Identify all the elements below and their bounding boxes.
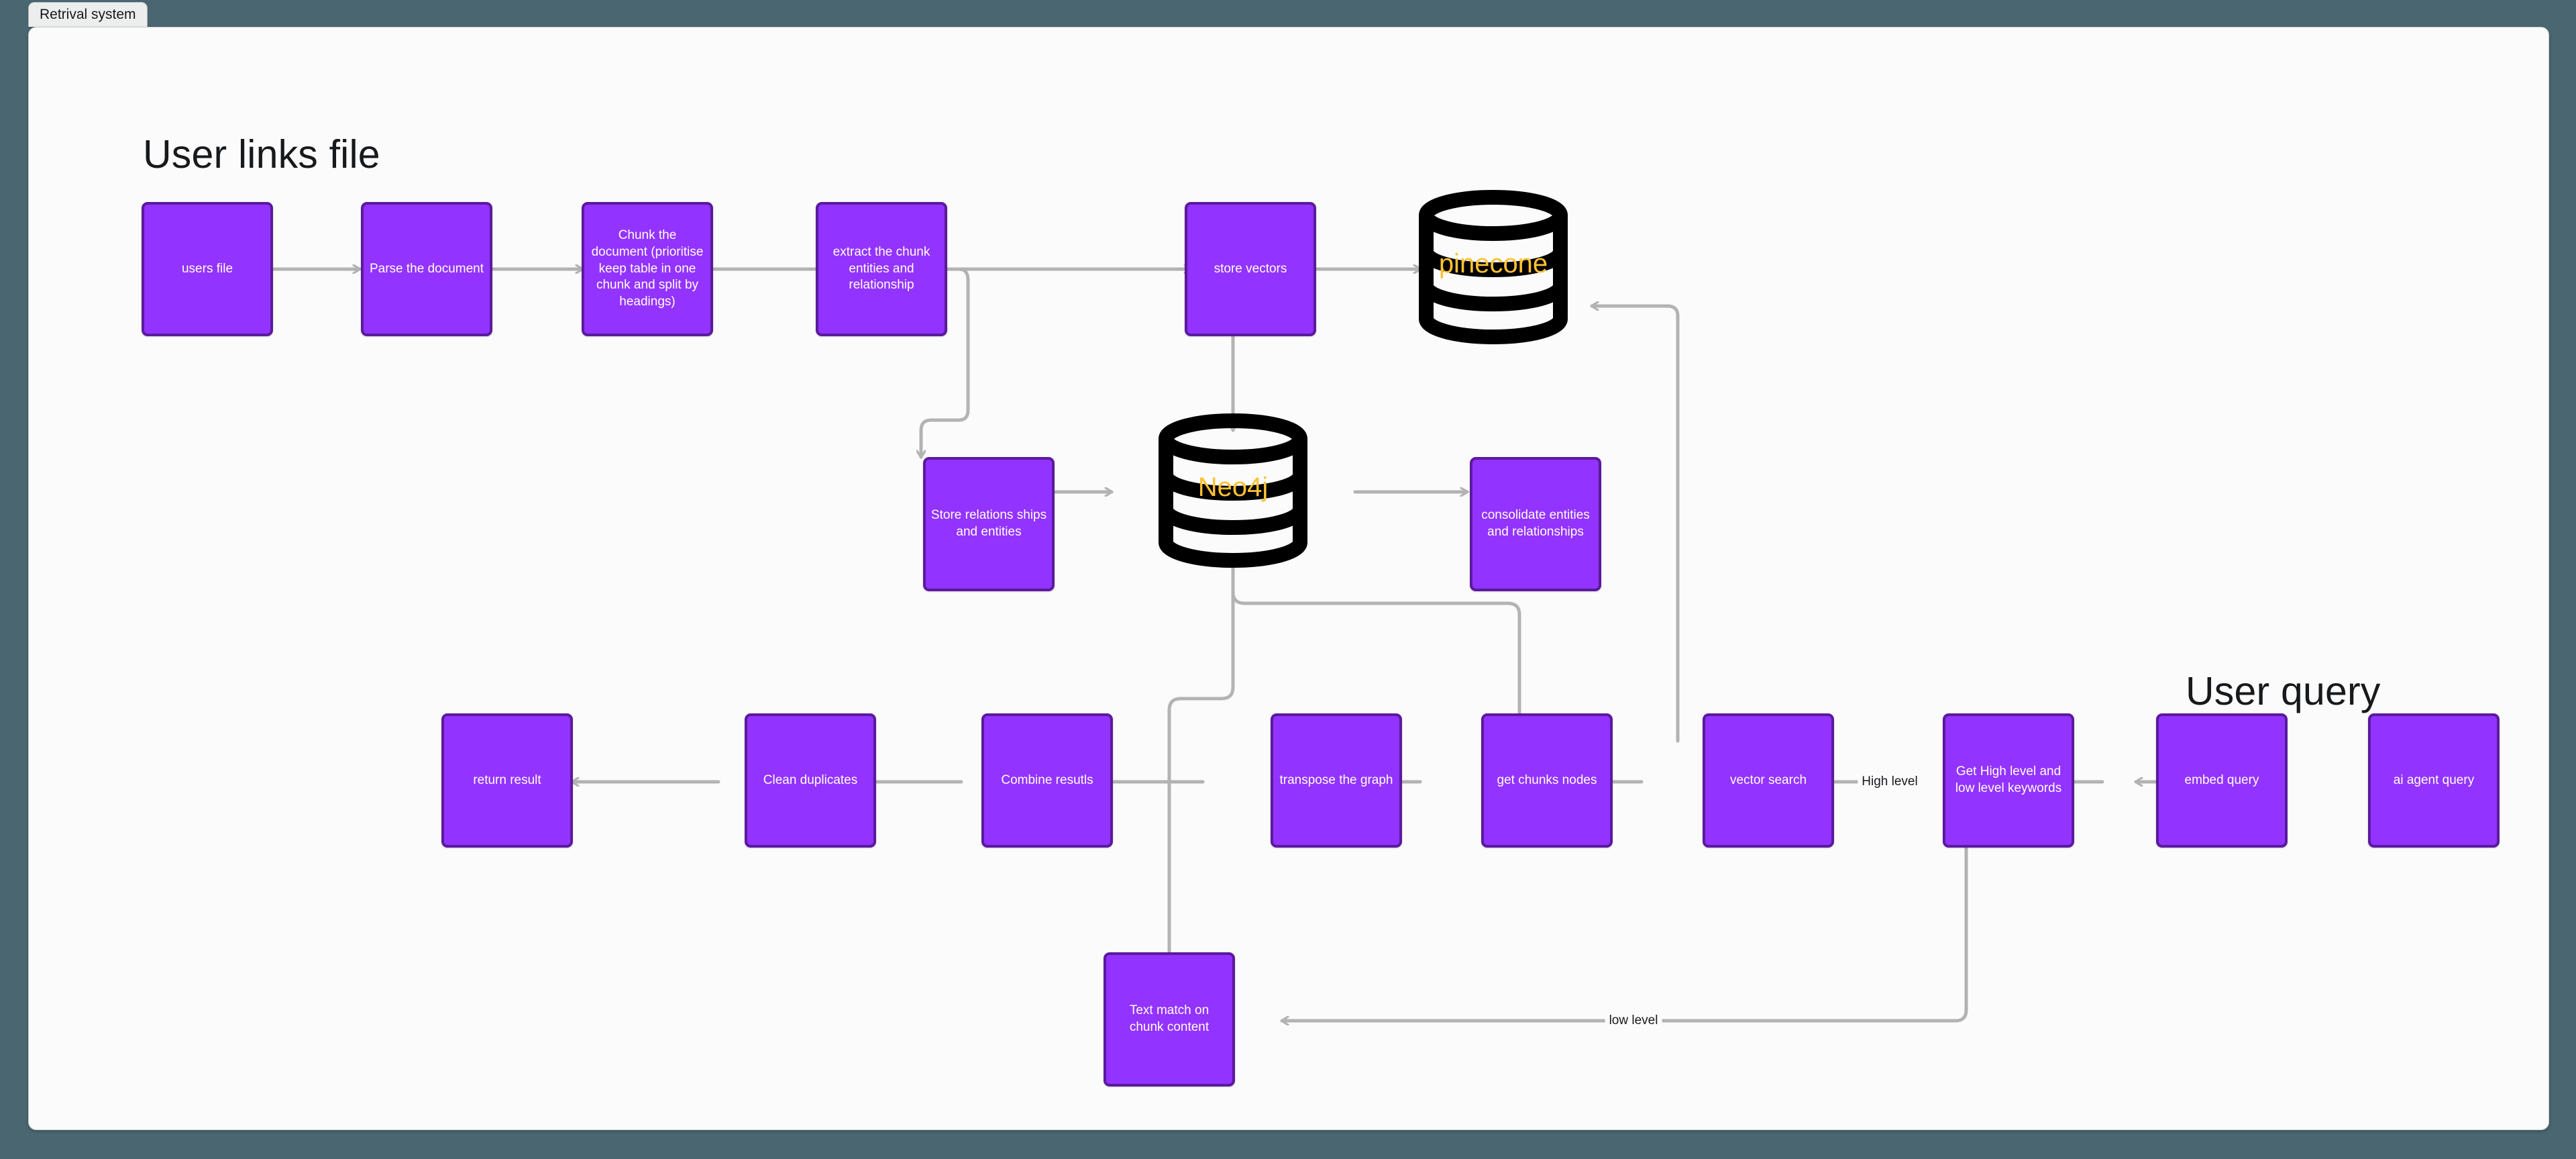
node-return-result[interactable]: return result [441, 713, 573, 848]
node-label: extract the chunk entities and relations… [833, 244, 930, 293]
node-label: Clean duplicates [763, 772, 858, 787]
section-title-user-query: User query [2186, 669, 2381, 713]
node-consolidate-entities-and-relationships[interactable]: consolidate entities and relationships [1470, 457, 1601, 591]
edge-vectorsearch-pinecone [1592, 306, 1680, 743]
node-label: transpose the graph [1279, 772, 1393, 787]
node-chunk-the-document[interactable]: Chunk the document (prioritise keep tabl… [582, 202, 713, 336]
node-ai-agent-query[interactable]: ai agent query [2368, 713, 2500, 848]
node-label: consolidate entities and relationships [1481, 508, 1590, 539]
node-store-vectors[interactable]: store vectors [1185, 202, 1316, 336]
node-label: Store relations ships and entities [930, 508, 1047, 539]
node-parse-the-document[interactable]: Parse the document [361, 202, 492, 336]
database-pinecone[interactable]: pinecone [1416, 190, 1570, 344]
node-transpose-the-graph[interactable]: transpose the graph [1271, 713, 1402, 848]
diagram-canvas[interactable]: User links file User query users file Pa… [28, 27, 2549, 1130]
node-label: get chunks nodes [1497, 772, 1597, 787]
node-get-chunks-nodes[interactable]: get chunks nodes [1481, 713, 1613, 848]
node-embed-query[interactable]: embed query [2156, 713, 2288, 848]
diagram-window: Retrival system User links file User que… [0, 0, 2576, 1159]
edge-label-low-level: low level [1605, 1013, 1662, 1028]
node-extract-the-chunk-entities[interactable]: extract the chunk entities and relations… [816, 202, 947, 336]
node-store-relationships-and-entities[interactable]: Store relations ships and entities [923, 457, 1055, 591]
database-neo4j[interactable]: Neo4j [1156, 413, 1310, 568]
node-label: ai agent query [2393, 772, 2475, 787]
tab-label: Retrival system [40, 7, 136, 22]
node-get-keywords[interactable]: Get High level and low level keywords [1943, 713, 2074, 848]
node-label: users file [181, 261, 233, 276]
node-vector-search[interactable]: vector search [1703, 713, 1834, 848]
node-label: return result [473, 772, 541, 787]
tab-retrival-system[interactable]: Retrival system [28, 2, 148, 27]
edge-keywords-textmatch-lowlevel [1282, 824, 1968, 1021]
node-label: store vectors [1214, 261, 1287, 276]
node-label: vector search [1729, 772, 1807, 787]
node-text-match-on-chunk-content[interactable]: Text match on chunk content [1104, 952, 1235, 1087]
node-label: Parse the document [369, 261, 484, 276]
node-clean-duplicates[interactable]: Clean duplicates [745, 713, 876, 848]
node-label: Chunk the document (prioritise keep tabl… [591, 228, 704, 309]
node-label: Get High level and low level keywords [1955, 764, 2062, 795]
node-combine-results[interactable]: Combine resutls [981, 713, 1113, 848]
node-label: embed query [2184, 772, 2259, 787]
node-label: Text match on chunk content [1129, 1003, 1210, 1034]
section-title-user-links-file: User links file [143, 132, 380, 177]
edge-textmatch-neo4j [1167, 558, 1233, 954]
edge-label-high-level: High level [1858, 774, 1922, 789]
node-users-file[interactable]: users file [142, 202, 273, 336]
edge-layer [207, 28, 2287, 1129]
node-label: Combine resutls [1001, 772, 1093, 787]
